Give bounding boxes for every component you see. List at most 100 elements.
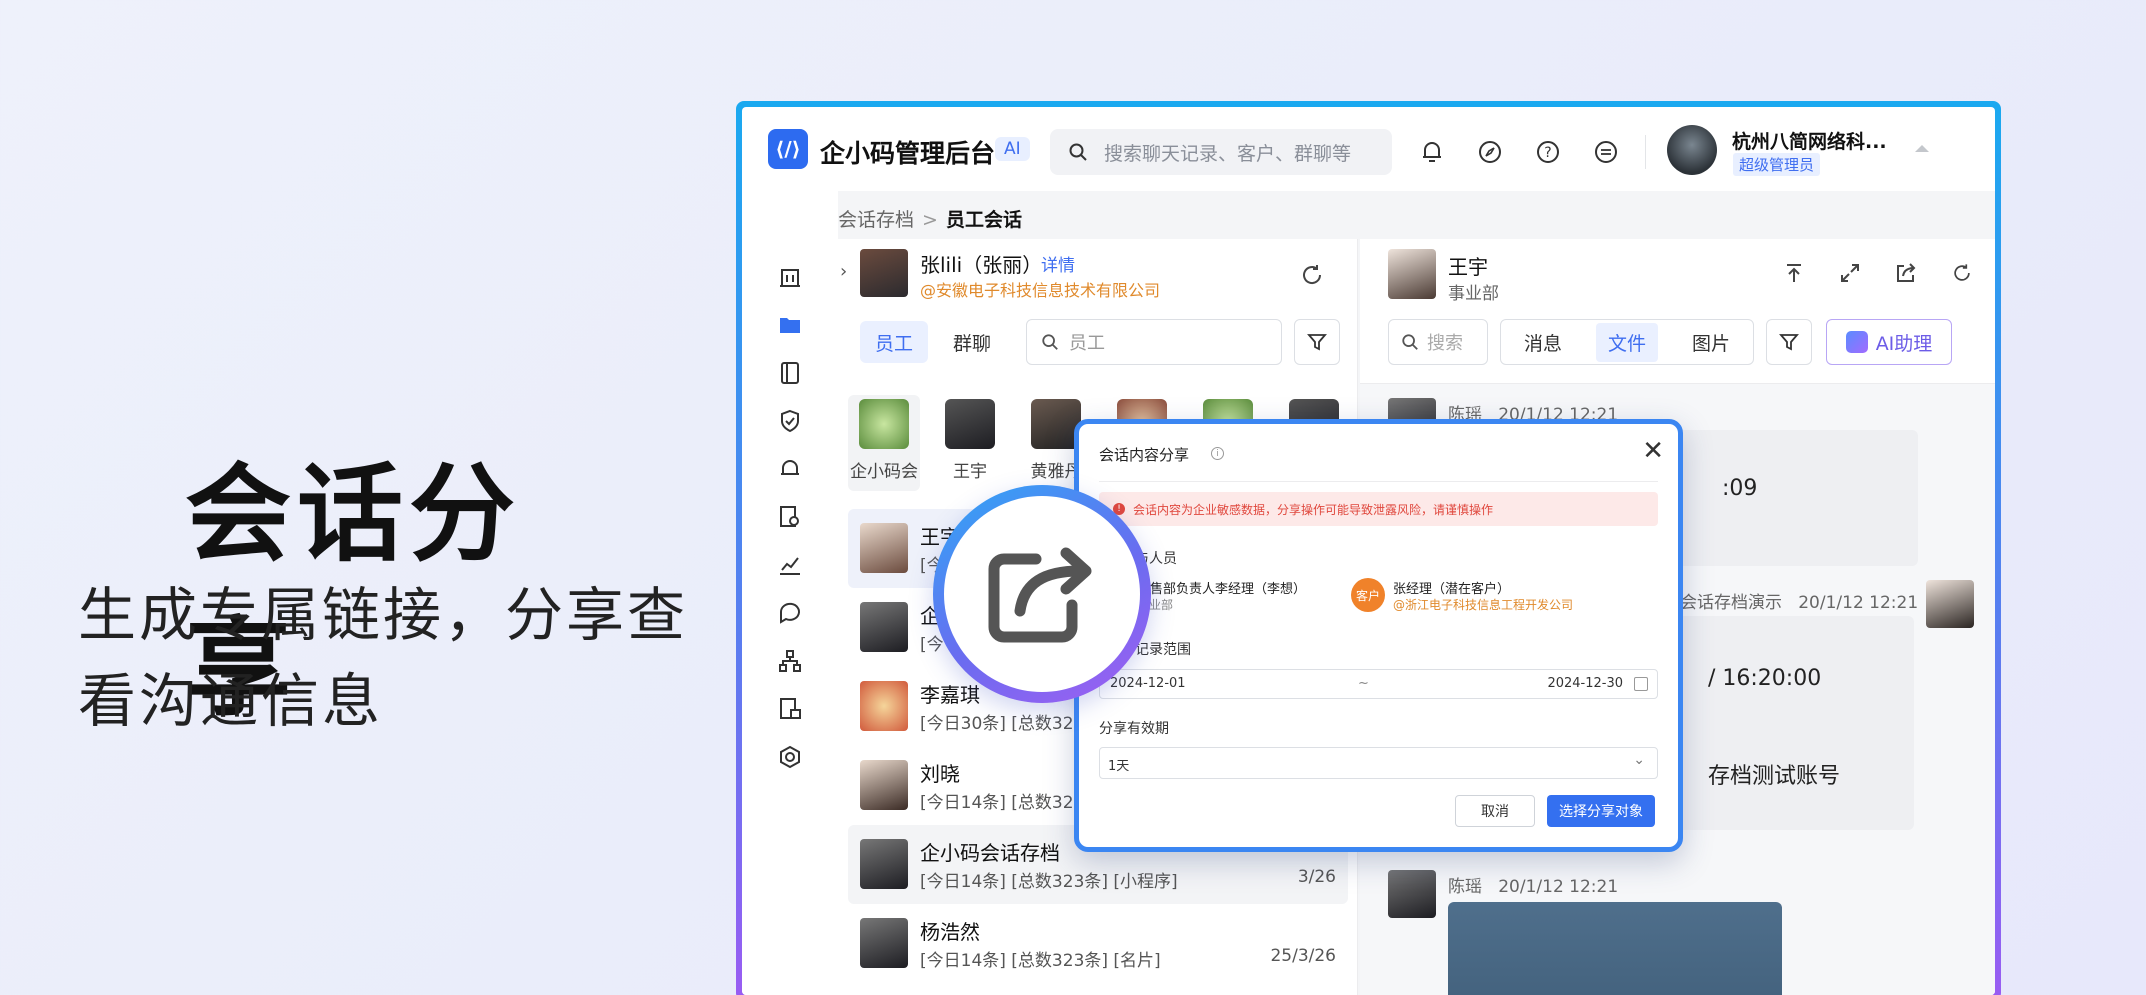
chat-name: 杨浩然 (920, 920, 980, 944)
building-icon[interactable] (774, 261, 806, 293)
cancel-button[interactable]: 取消 (1455, 795, 1535, 827)
message-search-input[interactable]: 搜索 (1388, 319, 1488, 365)
hero-subtitle: 生成专属链接，分享查 看沟通信息 (78, 572, 698, 744)
tab-files[interactable]: 文件 (1595, 322, 1658, 362)
tab-messages[interactable]: 消息 (1512, 323, 1574, 362)
chevron-down-icon: ⌄ (1633, 752, 1645, 768)
modal-title: 会话内容分享 (1099, 446, 1190, 464)
start-date: 2024-12-01 (1110, 676, 1186, 691)
strip-item[interactable]: 企小码会 (848, 395, 920, 491)
refresh-icon[interactable] (1948, 259, 1976, 287)
tab-employee[interactable]: 员工 (860, 321, 928, 363)
strip-item[interactable]: 王宇 (934, 395, 1006, 482)
date-range-picker[interactable]: 2024-12-01 ~ 2024-12-30 (1099, 669, 1658, 699)
avatar (945, 399, 995, 449)
range-separator: ~ (1358, 676, 1369, 691)
filter-icon (1779, 334, 1799, 351)
avatar (860, 523, 908, 573)
chart-icon[interactable] (774, 549, 806, 581)
employee-search-input[interactable]: 员工 (1026, 319, 1282, 365)
message-text: 存档测试账号 (1708, 764, 1841, 789)
chat-name: 李嘉琪 (920, 683, 980, 707)
help-icon[interactable]: ? (1533, 137, 1563, 167)
tab-images[interactable]: 图片 (1680, 323, 1742, 362)
avatar (1926, 580, 1974, 628)
message-text: / 16:20:00 (1708, 666, 1822, 691)
message-filter-button[interactable] (1766, 319, 1812, 365)
org-role-badge: 超级管理员 (1733, 153, 1821, 176)
app-logo-icon[interactable]: ⟨/⟩ (768, 129, 808, 169)
calendar-icon (1634, 677, 1648, 691)
sender-name: 会话存档演示 (1680, 593, 1782, 613)
chat-date: 3/26 (1297, 867, 1336, 887)
hero-subtitle-line1: 生成专属链接，分享查 (78, 581, 689, 649)
book-icon[interactable] (774, 357, 806, 389)
range-label: 记录范围 (1135, 642, 1191, 658)
org-chart-icon[interactable] (774, 645, 806, 677)
chat-meta: [今日14条] [总数323条] [小程序] (920, 872, 1178, 892)
customer-badge: 客户 (1351, 578, 1385, 612)
pin-top-icon[interactable] (1780, 259, 1808, 287)
avatar (860, 602, 908, 652)
message-search-placeholder: 搜索 (1427, 333, 1463, 354)
bell-icon[interactable] (1417, 137, 1447, 167)
archive-lock-icon[interactable] (774, 693, 806, 725)
avatar (860, 681, 908, 731)
participant-b-name: 张经理（潜在客户） (1393, 582, 1511, 597)
refresh-icon[interactable] (1298, 261, 1326, 289)
person-name: 张lili（张丽） (920, 253, 1043, 277)
share-icon[interactable] (1892, 259, 1920, 287)
alarm-bell-icon[interactable] (774, 453, 806, 485)
caret-up-icon[interactable] (1915, 145, 1929, 152)
global-search-placeholder: 搜索聊天记录、客户、群聊等 (1104, 142, 1352, 165)
contact-dept: 事业部 (1448, 284, 1499, 304)
search-icon (1402, 334, 1418, 350)
chat-bubble-icon[interactable] (774, 597, 806, 629)
breadcrumb-parent[interactable]: 会话存档 (838, 209, 914, 231)
strip-item-label: 企小码会 (850, 462, 918, 482)
shield-check-icon[interactable] (774, 405, 806, 437)
report-search-icon[interactable] (774, 501, 806, 533)
breadcrumb-current: 员工会话 (945, 209, 1022, 231)
filter-button[interactable] (1294, 319, 1340, 365)
settings-hex-icon[interactable] (774, 741, 806, 773)
org-name[interactable]: 杭州八简网络科... (1732, 127, 1887, 154)
select-share-target-button[interactable]: 选择分享对象 (1547, 795, 1655, 827)
modal-divider (1099, 481, 1658, 482)
svg-text:?: ? (1544, 145, 1551, 161)
org-avatar[interactable] (1667, 125, 1717, 175)
compass-icon[interactable] (1475, 137, 1505, 167)
list-item[interactable]: 杨浩然 [今日14条] [总数323条] [名片] 25/3/26 (848, 904, 1348, 983)
tab-group-chat[interactable]: 群聊 (938, 321, 1006, 363)
breadcrumb-separator: > (922, 209, 938, 231)
participant-a-name: 销售部负责人李经理（李想） (1137, 582, 1307, 597)
validity-select[interactable]: 1天 ⌄ (1099, 747, 1658, 779)
contact-avatar[interactable] (1388, 249, 1436, 299)
person-detail-link[interactable]: 详情 (1041, 251, 1075, 276)
global-search-input[interactable]: 搜索聊天记录、客户、群聊等 (1050, 129, 1392, 175)
end-date: 2024-12-30 (1547, 676, 1623, 691)
chat-meta: [今日14条] [总数323条] [名片] (920, 951, 1161, 971)
chat-meta: [今日30条] [总数322 (920, 714, 1085, 734)
search-icon (1042, 334, 1058, 350)
message-type-tabs: 消息 文件 图片 (1500, 319, 1754, 365)
sidebar-rail (742, 191, 838, 995)
folder-icon[interactable] (774, 309, 806, 341)
info-icon[interactable]: i (1211, 447, 1224, 460)
avatar (860, 760, 908, 810)
person-avatar[interactable] (860, 249, 908, 297)
message-text: :09 (1722, 476, 1758, 501)
hero-subtitle-line2: 看沟通信息 (78, 667, 384, 735)
validity-value: 1天 (1108, 759, 1130, 774)
message-sender: 陈瑶 20/1/12 12:21 (1448, 872, 1618, 897)
chevron-right-icon[interactable]: › (840, 261, 847, 282)
close-icon[interactable]: ✕ (1642, 438, 1664, 464)
expand-icon[interactable] (1836, 259, 1864, 287)
ai-helper-button[interactable]: AI助理 (1826, 319, 1952, 365)
avatar (860, 918, 908, 968)
chat-name: 刘晓 (920, 762, 960, 786)
message-image[interactable] (1448, 902, 1782, 995)
breadcrumb: 会话存档 > 员工会话 (838, 205, 1022, 232)
message-sender: 会话存档演示 20/1/12 12:21 (1680, 588, 1918, 613)
switch-icon[interactable] (1591, 137, 1621, 167)
